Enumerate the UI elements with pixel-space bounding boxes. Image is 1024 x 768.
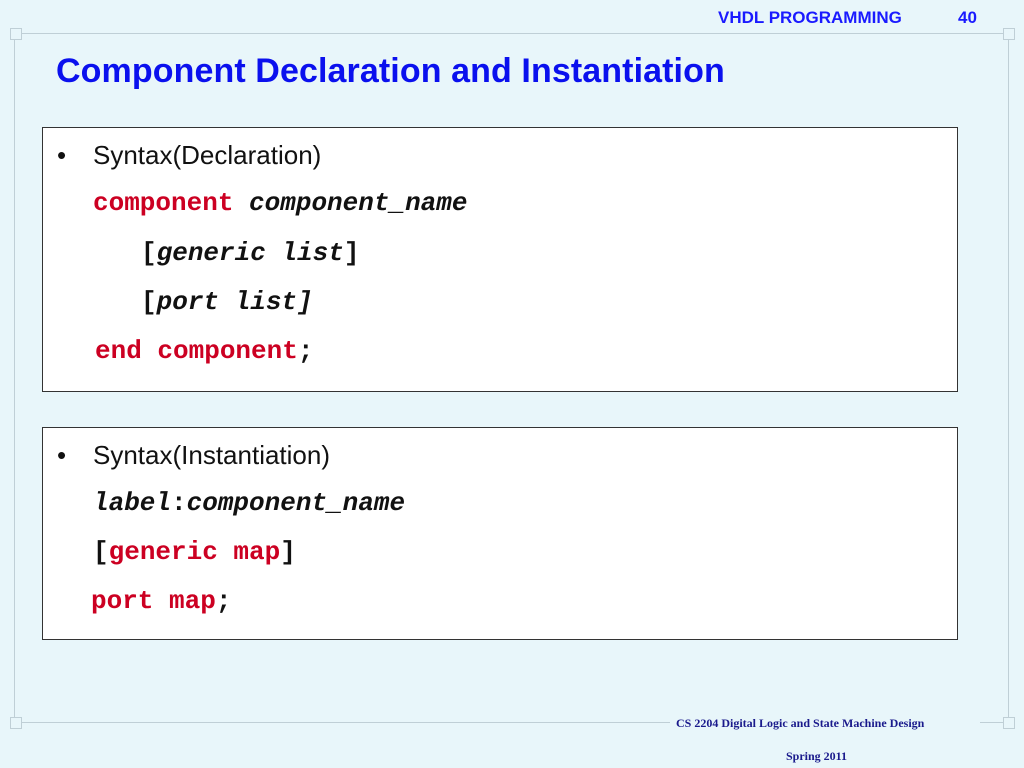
footer-course: CS 2204 Digital Logic and State Machine … — [676, 716, 925, 730]
declaration-syntax-box: • Syntax(Declaration) component componen… — [42, 127, 958, 392]
open-bracket: [ — [141, 287, 157, 317]
open-bracket: [ — [141, 238, 157, 268]
keyword-component: component — [93, 188, 234, 218]
frame-corner-bottom-left — [10, 717, 22, 729]
frame-bottom-line-left — [14, 722, 670, 723]
course-title: VHDL PROGRAMMING — [718, 8, 902, 27]
colon: : — [171, 488, 187, 518]
footer-term: Spring 2011 — [786, 749, 848, 763]
close-bracket: ] — [280, 537, 296, 567]
keyword-generic-map: generic map — [108, 537, 281, 567]
instantiation-heading: Syntax(Instantiation) — [93, 440, 331, 470]
port-list-placeholder: port list] — [156, 287, 313, 317]
open-bracket: [ — [93, 537, 109, 567]
slide-header: VHDL PROGRAMMING 40 — [718, 6, 988, 28]
frame-corner-top-right — [1003, 28, 1015, 40]
declaration-line-port: [port list] — [141, 287, 313, 317]
instantiation-line-label: label:component_name — [93, 488, 405, 518]
component-name-placeholder: component_name — [186, 488, 406, 518]
keyword-end-component: end component — [95, 336, 298, 366]
instantiation-line-port-map: port map; — [91, 586, 231, 616]
keyword-port-map: port map — [91, 586, 216, 616]
label-placeholder: label — [93, 488, 172, 518]
frame-right-line — [1008, 33, 1009, 723]
bullet-icon: • — [57, 140, 67, 170]
generic-list-placeholder: generic list — [156, 238, 344, 268]
instantiation-syntax-box: • Syntax(Instantiation) label:component_… — [42, 427, 958, 640]
declaration-heading: Syntax(Declaration) — [93, 140, 322, 170]
semicolon: ; — [297, 336, 314, 366]
declaration-line-end: end component; — [95, 336, 313, 366]
bullet-icon: • — [57, 440, 67, 470]
slide-title: Component Declaration and Instantiation — [56, 52, 725, 90]
frame-corner-bottom-right — [1003, 717, 1015, 729]
page-number: 40 — [958, 8, 977, 27]
frame-left-line — [14, 33, 15, 723]
frame-top-line — [12, 33, 1012, 34]
close-bracket: ] — [343, 238, 360, 268]
semicolon: ; — [215, 586, 232, 616]
frame-corner-top-left — [10, 28, 22, 40]
declaration-line-generic: [generic list] — [141, 238, 359, 268]
declaration-line-component: component component_name — [93, 188, 467, 218]
component-name-placeholder: component_name — [249, 188, 468, 218]
instantiation-line-generic-map: [generic map] — [93, 537, 296, 567]
